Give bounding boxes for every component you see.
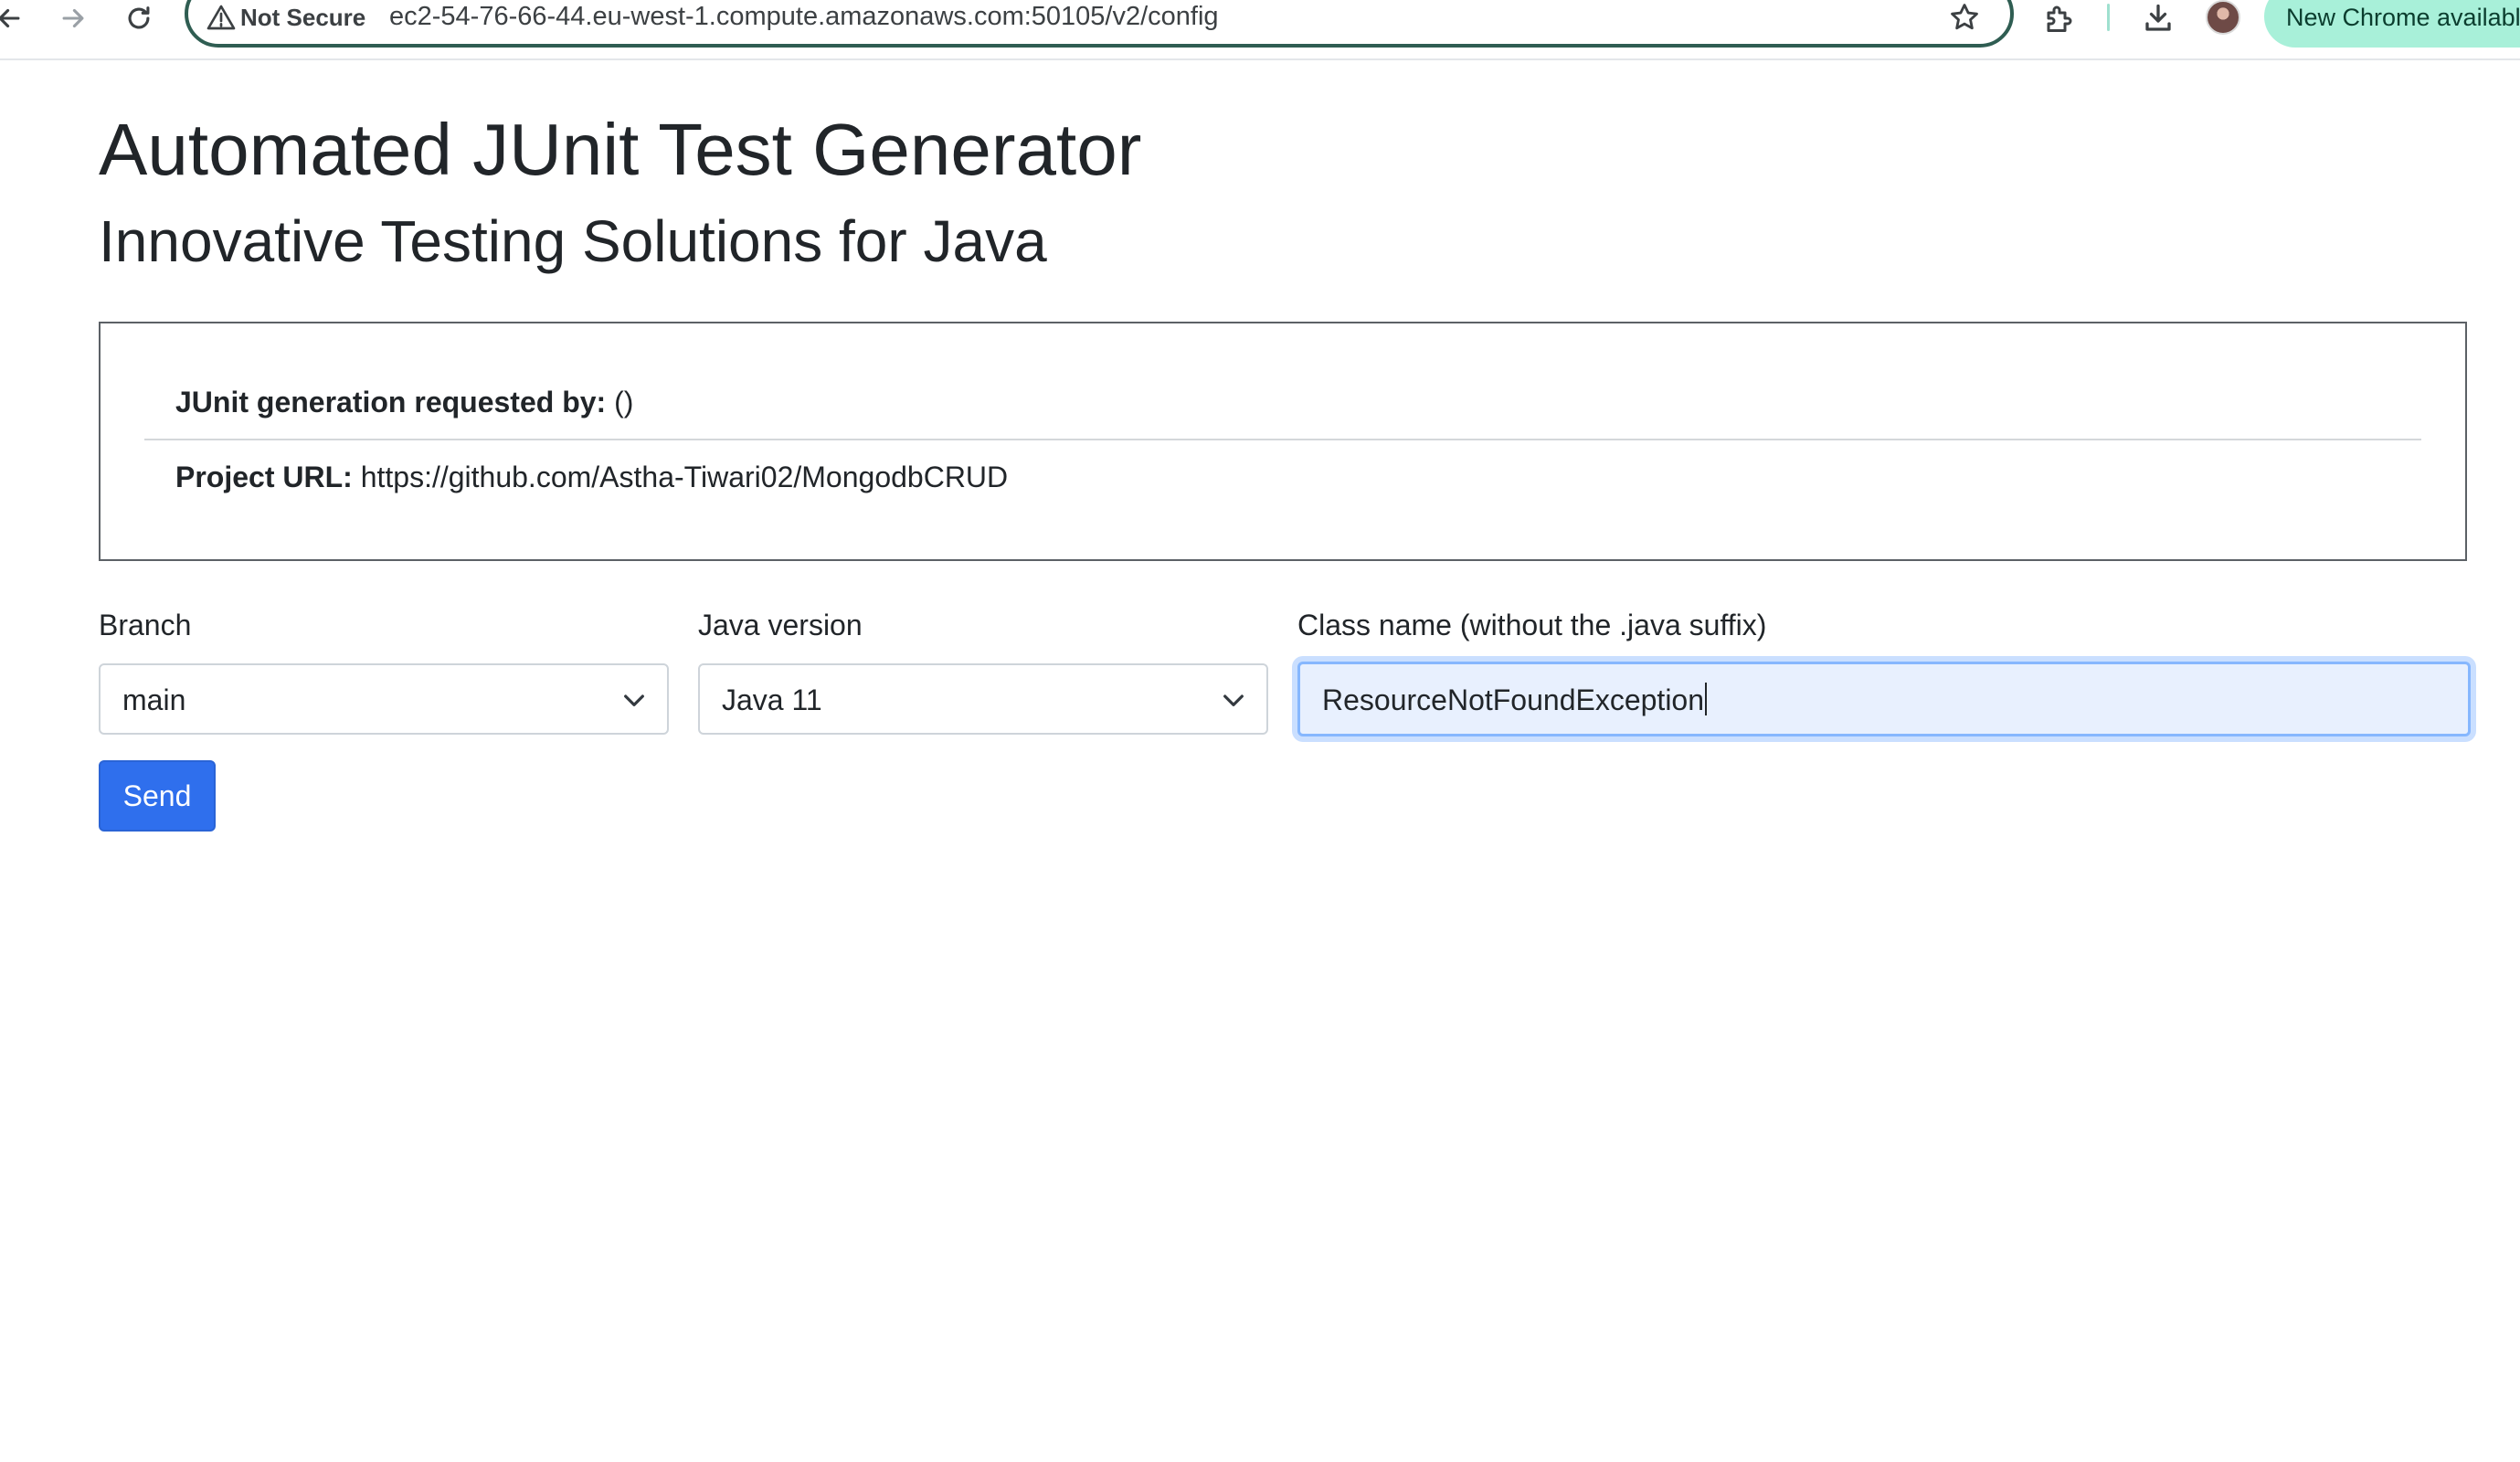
chevron-down-icon (619, 685, 649, 715)
reload-icon[interactable] (119, 0, 159, 37)
address-bar[interactable]: Not Secure ec2-54-76-66-44.eu-west-1.com… (185, 0, 2014, 48)
profile-avatar[interactable] (2206, 0, 2240, 35)
extensions-icon[interactable] (2039, 0, 2080, 37)
browser-toolbar: Not Secure ec2-54-76-66-44.eu-west-1.com… (0, 0, 2520, 60)
chevron-down-icon (1219, 685, 1248, 715)
requested-by-label: JUnit generation requested by: (175, 386, 607, 418)
java-version-label: Java version (698, 609, 863, 641)
class-name-value: ResourceNotFoundException (1322, 683, 1705, 716)
class-name-input[interactable]: ResourceNotFoundException (1297, 662, 2471, 736)
star-icon[interactable] (1948, 2, 1985, 35)
requested-by-value: () (614, 386, 634, 418)
forward-arrow-icon[interactable] (53, 0, 93, 37)
page-title: Automated JUnit Test Generator (99, 109, 1142, 190)
java-version-select[interactable]: Java 11 (698, 663, 1268, 735)
warning-icon[interactable] (206, 4, 238, 33)
security-status[interactable]: Not Secure (240, 4, 365, 32)
project-url-value: https://github.com/Astha-Tiwari02/Mongod… (360, 461, 1009, 493)
branch-selected-value: main (122, 683, 186, 716)
url-text[interactable]: ec2-54-76-66-44.eu-west-1.compute.amazon… (389, 2, 1219, 32)
download-icon[interactable] (2138, 0, 2178, 37)
branch-label: Branch (99, 609, 192, 641)
java-version-selected-value: Java 11 (722, 683, 822, 716)
request-info-card: JUnit generation requested by: () Projec… (99, 322, 2467, 561)
info-divider (144, 439, 2421, 440)
back-arrow-icon[interactable] (0, 0, 29, 37)
page-subtitle: Innovative Testing Solutions for Java (99, 208, 1047, 274)
class-name-label: Class name (without the .java suffix) (1297, 609, 1767, 641)
project-url-row: Project URL: https://github.com/Astha-Ti… (175, 461, 1008, 494)
branch-select[interactable]: main (99, 663, 669, 735)
text-caret (1705, 683, 1708, 715)
requested-by-row: JUnit generation requested by: () (175, 386, 633, 419)
project-url-label: Project URL: (175, 461, 353, 493)
toolbar-separator (2107, 4, 2110, 31)
send-button[interactable]: Send (99, 760, 216, 832)
update-chrome-button[interactable]: New Chrome available (2264, 0, 2520, 48)
